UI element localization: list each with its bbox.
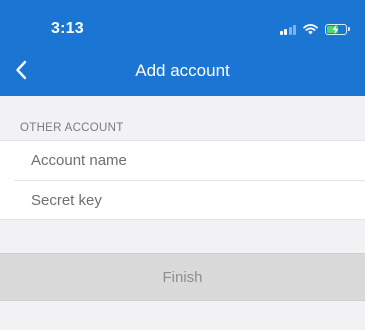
navigation-bar: Add account [0, 50, 365, 90]
status-icons [279, 22, 350, 36]
secret-key-row [14, 180, 365, 219]
account-name-row [0, 141, 365, 180]
account-form [0, 140, 365, 220]
page-title: Add account [135, 61, 230, 80]
status-bar: 3:13 [0, 0, 365, 44]
battery-charging-icon [325, 23, 350, 35]
app-header: 3:13 Add account [0, 0, 365, 96]
section-header-other-account: OTHER ACCOUNT [20, 122, 124, 134]
secret-key-input[interactable] [31, 191, 331, 209]
status-time: 3:13 [51, 20, 84, 37]
wifi-icon [303, 24, 318, 35]
account-name-input[interactable] [31, 152, 331, 169]
cellular-signal-icon [279, 24, 296, 35]
finish-button[interactable]: Finish [0, 253, 365, 301]
